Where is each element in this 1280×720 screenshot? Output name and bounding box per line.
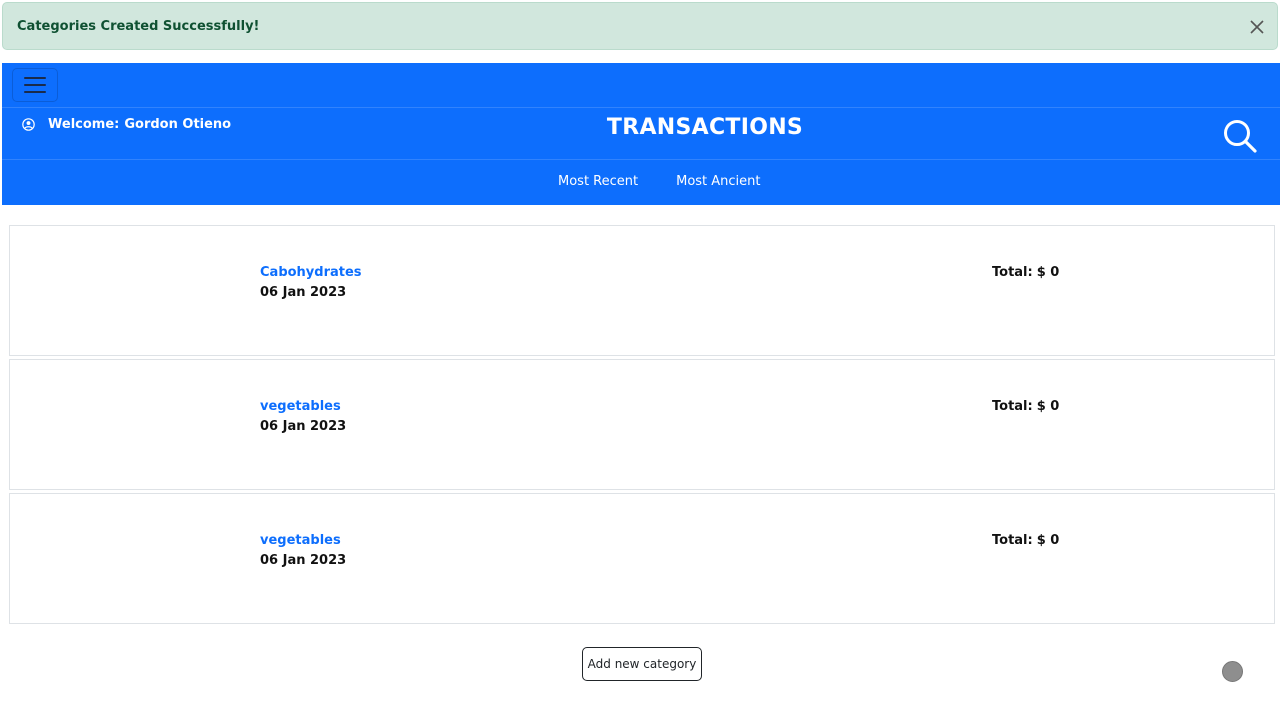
total-value: $ 0: [1036, 533, 1060, 548]
category-total: Total: $ 0: [992, 399, 1059, 414]
success-alert: Categories Created Successfully!: [2, 2, 1278, 50]
sort-most-recent-link[interactable]: Most Recent: [558, 174, 638, 189]
category-name-link[interactable]: vegetables: [260, 399, 341, 414]
search-icon[interactable]: [1220, 116, 1260, 156]
sort-row: Most Recent Most Ancient: [2, 159, 1280, 205]
add-category-button[interactable]: Add new category: [582, 647, 702, 681]
total-value: $ 0: [1036, 265, 1060, 280]
menu-toggle-button[interactable]: [12, 68, 58, 102]
total-label: Total:: [992, 265, 1033, 280]
category-card: Cabohydrates 06 Jan 2023 Total: $ 0: [9, 225, 1275, 356]
floating-indicator[interactable]: [1222, 661, 1243, 682]
header-row: Welcome: Gordon Otieno TRANSACTIONS: [2, 107, 1280, 159]
total-value: $ 0: [1036, 399, 1060, 414]
total-label: Total:: [992, 399, 1033, 414]
category-total: Total: $ 0: [992, 533, 1059, 548]
close-icon[interactable]: [1245, 15, 1269, 39]
category-total: Total: $ 0: [992, 265, 1059, 280]
hamburger-icon: [24, 77, 46, 93]
category-card: vegetables 06 Jan 2023 Total: $ 0: [9, 359, 1275, 490]
alert-message: Categories Created Successfully!: [17, 18, 260, 34]
category-date: 06 Jan 2023: [260, 419, 347, 434]
category-name-link[interactable]: Cabohydrates: [260, 265, 362, 280]
category-date: 06 Jan 2023: [260, 285, 347, 300]
category-date: 06 Jan 2023: [260, 553, 347, 568]
category-name-link[interactable]: vegetables: [260, 533, 341, 548]
sort-most-ancient-link[interactable]: Most Ancient: [676, 174, 760, 189]
category-card: vegetables 06 Jan 2023 Total: $ 0: [9, 493, 1275, 624]
page-title: TRANSACTIONS: [606, 115, 804, 140]
navbar: Welcome: Gordon Otieno TRANSACTIONS Most…: [2, 63, 1280, 205]
total-label: Total:: [992, 533, 1033, 548]
